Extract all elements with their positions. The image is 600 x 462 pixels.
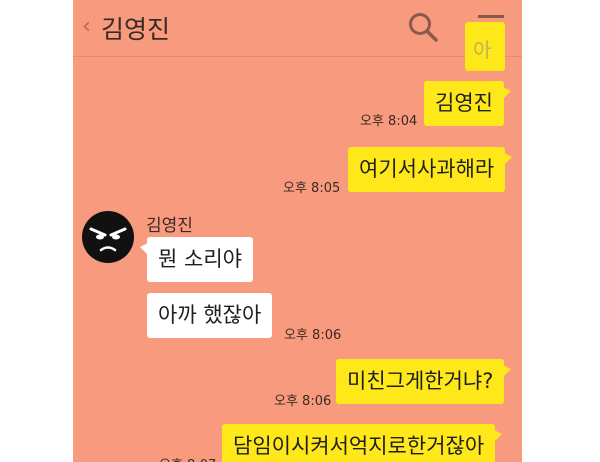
message-time: 오후 8:07 — [159, 454, 216, 462]
avatar[interactable] — [81, 210, 135, 264]
message-bubble-mine[interactable]: 김영진 — [424, 81, 511, 126]
message-bubble-mine[interactable]: 여기서사과해라 — [348, 147, 513, 192]
message-text: 뭔 소리야 — [158, 247, 242, 271]
message-text: 여기서사과해라 — [359, 157, 495, 181]
sender-name: 김영진 — [146, 216, 193, 236]
message-time: 오후 8:06 — [284, 328, 342, 343]
message-time: 오후 8:04 — [360, 114, 418, 129]
chevron-left-icon[interactable]: ‹ — [82, 14, 91, 39]
message-bubble-mine[interactable]: 미친그게한거냐? — [336, 359, 512, 404]
message-time: 오후 8:05 — [283, 181, 341, 196]
search-icon[interactable] — [407, 11, 439, 43]
chat-header: ‹ 김영진 — [73, 0, 522, 57]
message-text: 담임이시켜서억지로한거잖아 — [233, 434, 485, 458]
message-text: 미친그게한거냐? — [347, 369, 494, 393]
chat-screen: ‹ 김영진 아 오후 8:04 김영진 오후 8:05 여기서사과해라 김영진 … — [73, 0, 522, 462]
message-text: 김영진 — [435, 91, 493, 115]
message-time: 오후 8:06 — [274, 394, 332, 409]
message-text: 아까 했잖아 — [158, 303, 262, 327]
chat-title: 김영진 — [101, 15, 171, 44]
message-bubble-theirs[interactable]: 뭔 소리야 — [140, 237, 253, 282]
message-bubble-mine[interactable]: 담임이시켜서억지로한거잖아 — [222, 424, 503, 462]
message-bubble-theirs[interactable]: 아까 했잖아 — [147, 293, 273, 338]
message-bubble-partial[interactable]: 아 — [465, 22, 505, 71]
message-text: 아 — [473, 38, 492, 62]
